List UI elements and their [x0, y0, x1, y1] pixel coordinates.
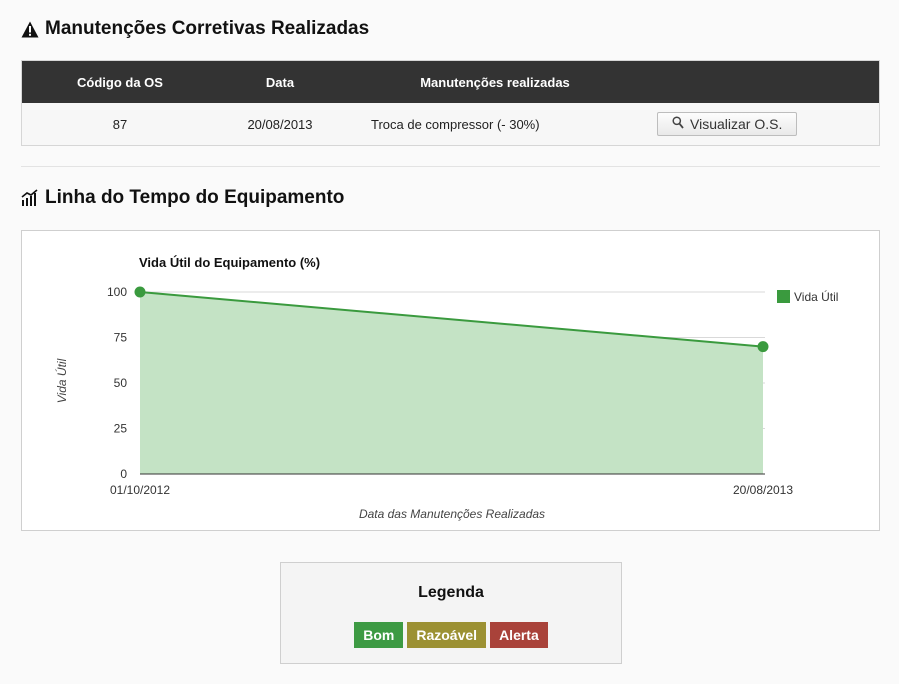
y-tick-label: 75 — [114, 331, 128, 345]
search-icon — [672, 116, 684, 132]
section-divider — [21, 166, 880, 167]
chart-legend-label: Vida Útil — [794, 289, 838, 304]
warning-icon — [21, 21, 39, 38]
x-tick-label: 01/10/2012 — [110, 483, 170, 497]
header-maintenance: Manutenções realizadas — [420, 74, 570, 90]
y-tick-label: 25 — [114, 422, 128, 436]
cell-maintenance: Troca de compressor (- 30%) — [371, 116, 540, 132]
header-os-code: Código da OS — [77, 74, 163, 90]
header-date: Data — [265, 74, 295, 90]
y-tick-label: 100 — [107, 285, 127, 299]
table-row: 87 20/08/2013 Troca de compressor (- 30%… — [22, 103, 879, 145]
legend-badge-good: Bom — [354, 622, 404, 648]
legend-badge-fair: Razoável — [407, 622, 487, 648]
legend-badge-alert: Alerta — [490, 622, 548, 648]
y-tick-labels: 0 25 50 75 100 — [107, 285, 127, 481]
data-point[interactable] — [757, 341, 769, 353]
x-tick-label: 20/08/2013 — [733, 483, 793, 497]
legend-title: Legenda — [418, 584, 484, 601]
maintenance-table: Código da OS Data Manutenções realizadas… — [21, 60, 880, 146]
chart-legend-swatch — [777, 290, 790, 303]
view-os-label: Visualizar O.S. — [690, 116, 783, 132]
cell-os-code: 87 — [112, 116, 128, 132]
chart-title: Vida Útil do Equipamento (%) — [139, 255, 320, 270]
section-title-text: Manutenções Corretivas Realizadas — [45, 18, 370, 39]
chart-canvas: 0 25 50 75 100 01/10/2012 20/08/2013 Vida Úti… — [54, 255, 838, 521]
data-point[interactable] — [134, 286, 146, 298]
view-os-button[interactable]: Visualizar O.S. — [657, 112, 798, 136]
y-axis-label: Vida Útil — [54, 358, 69, 403]
y-tick-label: 50 — [114, 376, 128, 390]
corrective-maintenance-heading: Manutenções Corretivas Realizadas — [21, 18, 369, 40]
section-title-text: Linha do Tempo do Equipamento — [45, 187, 345, 208]
x-tick-labels: 01/10/2012 20/08/2013 — [110, 483, 793, 497]
legend-badges: Bom Razoável Alerta — [281, 622, 621, 648]
x-axis-label: Data das Manutenções Realizadas — [359, 507, 545, 521]
equipment-life-chart: 0 25 50 75 100 01/10/2012 20/08/2013 Vida Úti… — [21, 230, 880, 531]
timeline-heading: Linha do Tempo do Equipamento — [21, 187, 344, 209]
status-legend: Legenda Bom Razoável Alerta — [280, 562, 622, 664]
y-tick-label: 0 — [120, 467, 127, 481]
cell-action: Visualizar O.S. — [657, 103, 798, 145]
chart-line-icon — [21, 189, 39, 207]
table-header: Código da OS Data Manutenções realizadas — [22, 61, 879, 103]
cell-date: 20/08/2013 — [247, 116, 313, 132]
